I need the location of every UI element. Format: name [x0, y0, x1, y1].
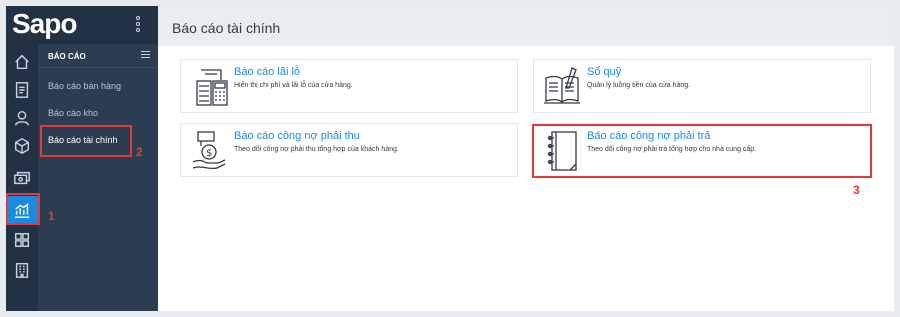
- submenu-header: BÁO CÁO: [38, 44, 158, 68]
- submenu-item-sales-report[interactable]: Báo cáo bán hàng: [48, 81, 121, 91]
- highlight-box-payables-card: [532, 124, 872, 178]
- apps-grid-icon[interactable]: [6, 226, 38, 254]
- report-submenu: BÁO CÁO Báo cáo bán hàng Báo cáo kho Báo…: [38, 44, 158, 311]
- submenu-title: BÁO CÁO: [48, 52, 86, 61]
- money-hand-icon: $: [192, 131, 226, 170]
- card-description: Quản lý luồng tiền của cửa hàng.: [587, 82, 691, 89]
- card-title[interactable]: Báo cáo công nợ phải thu: [234, 130, 360, 142]
- card-description: Hiển thị chi phí và lãi lỗ của cửa hàng.: [234, 82, 353, 89]
- cash-icon[interactable]: [6, 164, 38, 192]
- card-description: Theo dõi công nợ phải thu tổng hợp của k…: [234, 146, 399, 153]
- submenu-item-inventory-report[interactable]: Báo cáo kho: [48, 108, 98, 118]
- store-building-icon[interactable]: [6, 256, 38, 284]
- menu-burger-icon[interactable]: [141, 51, 150, 60]
- highlight-box-finance-report: [40, 125, 132, 157]
- card-title[interactable]: Báo cáo lãi lỗ: [234, 66, 300, 78]
- orders-icon[interactable]: [6, 76, 38, 104]
- calculator-receipt-icon: [196, 69, 228, 106]
- page-header: Báo cáo tài chính: [158, 6, 894, 46]
- cashbook-icon: [544, 67, 580, 104]
- home-icon[interactable]: [6, 48, 38, 76]
- product-box-icon[interactable]: [6, 132, 38, 160]
- highlight-box-report-icon: [6, 193, 40, 225]
- sapo-logo: Sapo: [12, 8, 77, 39]
- more-vertical-icon[interactable]: [136, 16, 142, 34]
- step-number-3: 3: [853, 183, 860, 197]
- customer-icon[interactable]: [6, 104, 38, 132]
- step-number-2: 2: [136, 145, 143, 159]
- page-title: Báo cáo tài chính: [172, 20, 281, 36]
- step-number-1: 1: [48, 209, 55, 223]
- svg-text:$: $: [206, 148, 212, 159]
- card-title[interactable]: Sổ quỹ: [587, 66, 621, 78]
- card-receivables[interactable]: $ Báo cáo công nợ phải thu Theo dõi công…: [180, 123, 518, 177]
- card-cashbook[interactable]: Sổ quỹ Quản lý luồng tiền của cửa hàng.: [533, 59, 871, 113]
- logo-bar: Sapo: [6, 6, 158, 44]
- card-profit-loss[interactable]: Báo cáo lãi lỗ Hiển thị chi phí và lãi l…: [180, 59, 518, 113]
